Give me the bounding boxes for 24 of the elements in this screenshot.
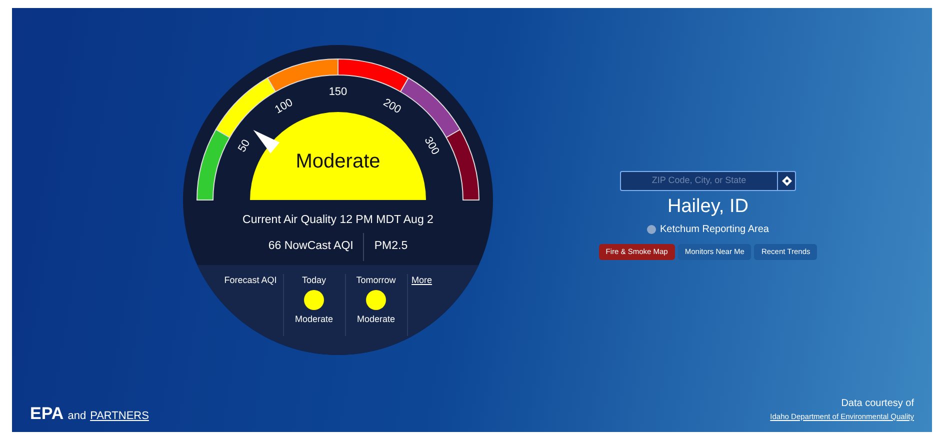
- forecast-label: Forecast AQI: [218, 274, 284, 336]
- partners-link[interactable]: PARTNERS: [90, 411, 149, 422]
- courtesy-label: Data courtesy of: [841, 396, 914, 411]
- forecast-day: Today: [302, 274, 326, 287]
- city-name: Hailey, ID: [668, 197, 748, 216]
- tick-label: 100: [273, 96, 295, 116]
- tick-label: 50: [236, 138, 253, 154]
- forecast-category: Moderate: [294, 313, 334, 326]
- tick-label: 300: [422, 135, 442, 157]
- tick-label: 200: [381, 96, 403, 116]
- epa-logo[interactable]: EPA: [30, 405, 64, 422]
- pollutant-label: PM2.5: [363, 232, 408, 260]
- current-title: Current Air Quality 12 PM MDT Aug 2: [242, 215, 434, 226]
- and-label: and: [68, 411, 86, 422]
- aqi-value: 66 NowCast AQI: [268, 238, 354, 254]
- locate-button[interactable]: [778, 171, 796, 191]
- reporting-area: Ketchum Reporting Area: [660, 222, 769, 237]
- forecast-day: Tomorrow: [356, 274, 396, 287]
- search-field[interactable]: ZIP Code, City, or State: [620, 171, 778, 191]
- more-link[interactable]: More: [408, 274, 458, 288]
- tick-label: 150: [328, 86, 348, 98]
- locate-icon: [782, 176, 792, 186]
- forecast-category: Moderate: [356, 313, 396, 326]
- category-label: Moderate: [296, 150, 380, 172]
